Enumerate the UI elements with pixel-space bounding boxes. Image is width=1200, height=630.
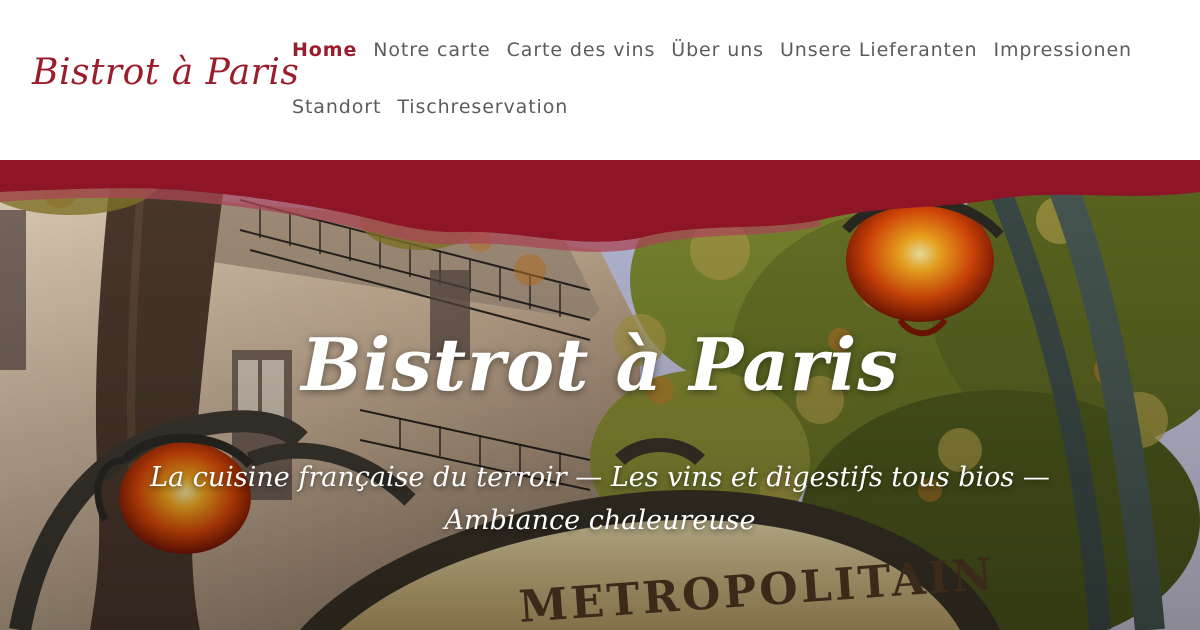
nav-item-home[interactable]: Home (284, 20, 365, 77)
site-logo[interactable]: Bistrot à Paris (32, 52, 299, 93)
main-navigation: Home Notre carte Carte des vins Über uns… (284, 20, 1184, 134)
nav-item-tischreservation[interactable]: Tischreservation (389, 77, 576, 134)
nav-item-carte-des-vins[interactable]: Carte des vins (499, 20, 664, 77)
nav-item-standort[interactable]: Standort (284, 77, 389, 134)
hero-title: Bistrot à Paris (301, 322, 899, 407)
site-header: Bistrot à Paris Home Notre carte Carte d… (0, 0, 1200, 160)
hero-banner: METROPOLITAIN Bistrot à Paris La cuisine… (0, 160, 1200, 630)
nav-item-impressionen[interactable]: Impressionen (985, 20, 1140, 77)
hero-subtitle: La cuisine française du terroir — Les vi… (150, 462, 1050, 536)
nav-item-unsere-lieferanten[interactable]: Unsere Lieferanten (772, 20, 985, 77)
nav-item-notre-carte[interactable]: Notre carte (365, 20, 498, 77)
nav-item-ueber-uns[interactable]: Über uns (663, 20, 772, 77)
